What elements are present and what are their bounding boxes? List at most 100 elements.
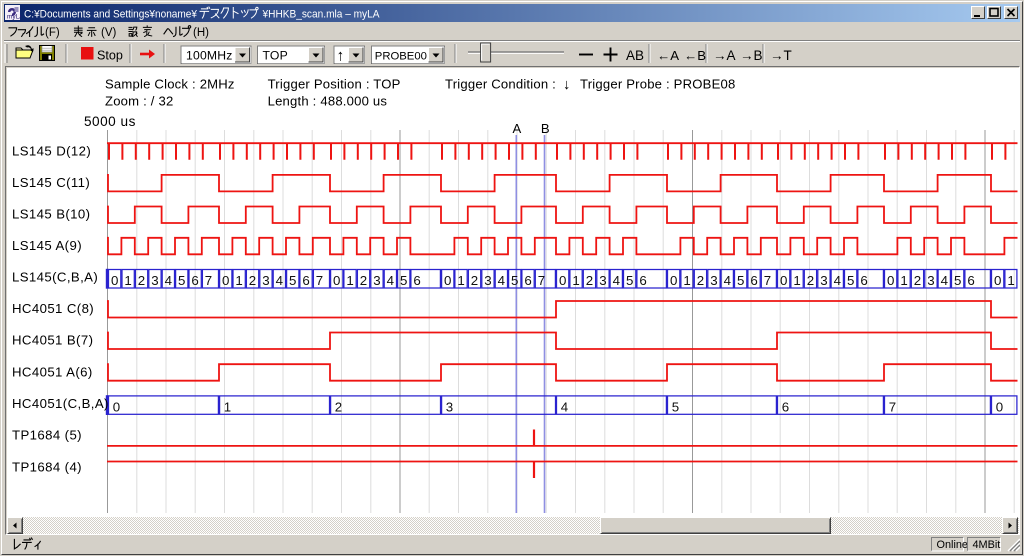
svg-text:LS145 A(9): LS145 A(9) <box>12 238 82 253</box>
svg-text:0: 0 <box>996 399 1003 414</box>
svg-text:1: 1 <box>683 273 690 288</box>
svg-text:5: 5 <box>626 273 633 288</box>
svg-text:3: 3 <box>446 399 453 414</box>
svg-text:←B: ←B <box>684 48 706 63</box>
svg-text:3: 3 <box>262 273 269 288</box>
svg-text:1: 1 <box>1007 273 1014 288</box>
svg-text:6: 6 <box>524 273 531 288</box>
svg-text:1: 1 <box>900 273 907 288</box>
svg-text:1: 1 <box>346 273 353 288</box>
svg-text:HC4051 C(8): HC4051 C(8) <box>12 301 94 316</box>
svg-text:→B: →B <box>740 48 763 63</box>
svg-text:7: 7 <box>316 273 323 288</box>
svg-text:HC4051 B(7): HC4051 B(7) <box>12 333 93 348</box>
svg-text:(V): (V) <box>101 27 117 39</box>
svg-text:3: 3 <box>484 273 491 288</box>
svg-text:1: 1 <box>793 273 800 288</box>
svg-text:Trigger Condition :: Trigger Condition : <box>445 77 556 92</box>
svg-text:5: 5 <box>672 399 679 414</box>
svg-text:4: 4 <box>165 273 172 288</box>
svg-text:2: 2 <box>249 273 256 288</box>
svg-text:0: 0 <box>670 273 677 288</box>
svg-text:7: 7 <box>538 273 545 288</box>
svg-text:4: 4 <box>387 273 394 288</box>
svg-text:0: 0 <box>994 273 1001 288</box>
svg-text:7: 7 <box>205 273 212 288</box>
svg-text:B: B <box>541 121 550 136</box>
svg-text:4: 4 <box>834 273 841 288</box>
svg-text:(F): (F) <box>45 27 60 39</box>
svg-text:Trigger Position : TOP: Trigger Position : TOP <box>268 77 401 92</box>
svg-text:6: 6 <box>860 273 867 288</box>
svg-text:2: 2 <box>471 273 478 288</box>
svg-text:LS145 B(10): LS145 B(10) <box>12 207 90 222</box>
svg-text:Zoom : / 32: Zoom : / 32 <box>105 94 173 109</box>
svg-text:2: 2 <box>586 273 593 288</box>
svg-text:3: 3 <box>599 273 606 288</box>
svg-text:3: 3 <box>820 273 827 288</box>
svg-text:5: 5 <box>847 273 854 288</box>
svg-text:3: 3 <box>151 273 158 288</box>
svg-text:4MBit: 4MBit <box>973 539 1001 551</box>
svg-text:3: 3 <box>373 273 380 288</box>
svg-text:→T: →T <box>770 48 792 63</box>
svg-text:Sample Clock : 2MHz: Sample Clock : 2MHz <box>105 77 235 92</box>
svg-text:2: 2 <box>335 399 342 414</box>
svg-text:Stop: Stop <box>97 49 123 63</box>
svg-text:2: 2 <box>138 273 145 288</box>
svg-text:3: 3 <box>710 273 717 288</box>
svg-text:4: 4 <box>941 273 948 288</box>
svg-text:5: 5 <box>400 273 407 288</box>
svg-text:6: 6 <box>750 273 757 288</box>
svg-text:LS145(C,B,A): LS145(C,B,A) <box>12 270 98 285</box>
svg-text:myLA: myLA <box>7 14 21 21</box>
svg-text:4: 4 <box>276 273 283 288</box>
svg-text:5: 5 <box>954 273 961 288</box>
svg-text:LS145 D(12): LS145 D(12) <box>12 143 91 158</box>
svg-text:5000 us: 5000 us <box>84 114 136 129</box>
svg-text:4: 4 <box>498 273 505 288</box>
svg-text:4: 4 <box>724 273 731 288</box>
svg-text:↓: ↓ <box>563 77 570 93</box>
svg-text:HC4051 A(6): HC4051 A(6) <box>12 364 93 379</box>
svg-text:6: 6 <box>413 273 420 288</box>
svg-text:C:¥Documents and Settings¥nona: C:¥Documents and Settings¥noname¥ <box>24 9 198 21</box>
svg-text:TOP: TOP <box>263 49 288 63</box>
svg-text:4: 4 <box>613 273 620 288</box>
svg-text:5: 5 <box>511 273 518 288</box>
svg-text:0: 0 <box>444 273 451 288</box>
svg-text:TP1684 (4): TP1684 (4) <box>12 460 82 475</box>
svg-text:5: 5 <box>737 273 744 288</box>
svg-text:Trigger Probe : PROBE08: Trigger Probe : PROBE08 <box>580 77 736 92</box>
svg-text:6: 6 <box>639 273 646 288</box>
svg-text:0: 0 <box>111 273 118 288</box>
svg-text:AB: AB <box>626 48 644 63</box>
svg-text:Online: Online <box>937 539 968 551</box>
svg-text:1: 1 <box>457 273 464 288</box>
svg-text:6: 6 <box>302 273 309 288</box>
svg-text:7: 7 <box>764 273 771 288</box>
svg-text:→A: →A <box>713 48 736 63</box>
svg-text:2: 2 <box>807 273 814 288</box>
svg-text:2: 2 <box>697 273 704 288</box>
svg-text:↑: ↑ <box>337 48 345 65</box>
svg-text:2: 2 <box>360 273 367 288</box>
svg-text:¥HHKB_scan.mla – myLA: ¥HHKB_scan.mla – myLA <box>262 9 380 21</box>
svg-text:4: 4 <box>561 399 568 414</box>
svg-text:0: 0 <box>113 399 120 414</box>
svg-text:TP1684 (5): TP1684 (5) <box>12 428 82 443</box>
svg-text:LS145 C(11): LS145 C(11) <box>12 175 90 190</box>
svg-text:6: 6 <box>782 399 789 414</box>
svg-text:2: 2 <box>914 273 921 288</box>
svg-text:A: A <box>513 121 522 136</box>
svg-text:HC4051(C,B,A): HC4051(C,B,A) <box>12 396 109 411</box>
svg-text:7: 7 <box>889 399 896 414</box>
svg-text:1: 1 <box>124 273 131 288</box>
svg-text:1: 1 <box>224 399 231 414</box>
svg-text:100MHz: 100MHz <box>186 49 233 63</box>
svg-text:←A: ←A <box>657 48 679 63</box>
svg-text:6: 6 <box>967 273 974 288</box>
svg-text:5: 5 <box>178 273 185 288</box>
svg-text:0: 0 <box>333 273 340 288</box>
svg-text:3: 3 <box>927 273 934 288</box>
